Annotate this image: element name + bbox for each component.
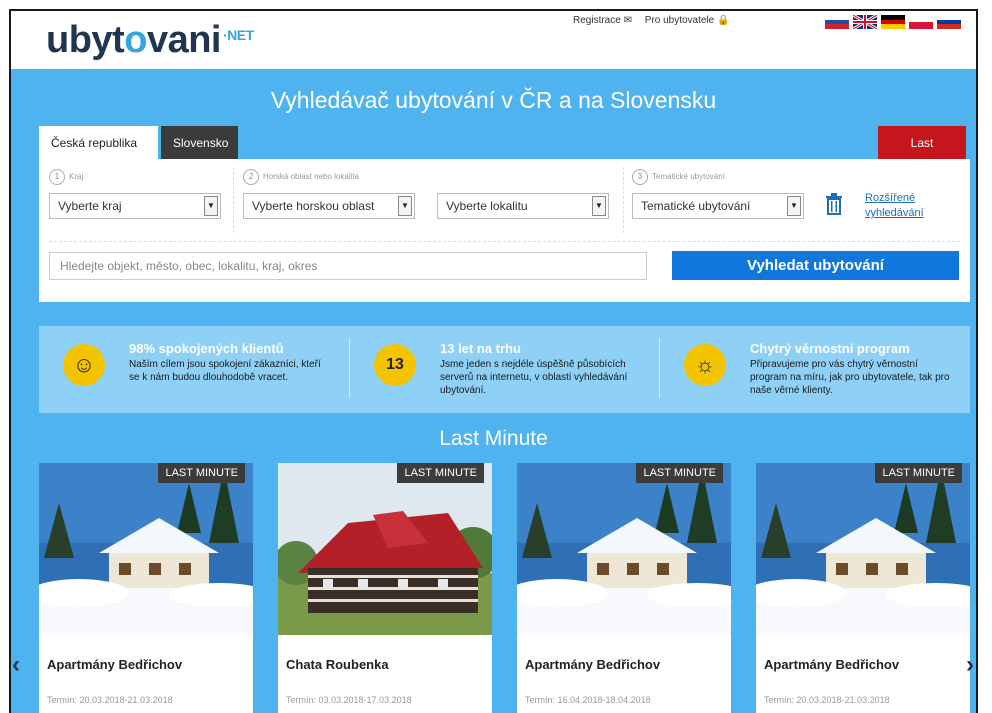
step-1-badge: 1 xyxy=(49,169,65,185)
chevron-left-icon[interactable]: ‹ xyxy=(12,651,20,679)
uk-flag[interactable] xyxy=(853,15,877,29)
chevron-right-icon[interactable]: › xyxy=(966,651,974,679)
horska-label: 2 Horská oblast nebo lokalita xyxy=(243,169,359,185)
kraj-label: 1 Kraj xyxy=(49,169,83,185)
feature-text: Naším cílem jsou spokojení zákazníci, kt… xyxy=(129,359,321,383)
feature-satisfied-clients: ☺ 98% spokojených klientů Naším cílem js… xyxy=(39,338,339,402)
divider xyxy=(623,167,624,233)
idea-person-icon: ☼ xyxy=(684,344,726,386)
snowy-chalet-image xyxy=(39,463,253,635)
language-flags xyxy=(825,15,961,30)
search-panel: 1 Kraj 2 Horská oblast nebo lokalita 3 Tema… xyxy=(39,159,970,302)
for-hosts-link[interactable]: Pro ubytovatele 🔒 xyxy=(645,15,730,26)
divider xyxy=(233,167,234,233)
last-minute-badge: LAST MINUTE xyxy=(875,463,962,483)
offer-name[interactable]: Apartmány Bedřichov xyxy=(47,657,182,672)
horska-oblast-select[interactable]: Vyberte horskou oblast ▼ xyxy=(243,193,415,219)
step-3-badge: 3 xyxy=(632,169,648,185)
chevron-down-icon: ▼ xyxy=(398,196,412,216)
uk-flag-graphic xyxy=(853,15,877,29)
search-button[interactable]: Vyhledat ubytování xyxy=(672,251,959,280)
chevron-down-icon: ▼ xyxy=(592,196,606,216)
site-logo[interactable]: ubytovani ·NET xyxy=(46,19,254,62)
offer-card[interactable]: LAST MINUTE Chata Roubenka Termín: 03.03… xyxy=(278,463,492,713)
offer-term: Termín: 20.03.2018-21.03.2018 xyxy=(764,695,890,705)
slovakia-flag[interactable] xyxy=(825,15,849,30)
tematicke-select[interactable]: Tematické ubytování ▼ xyxy=(632,193,804,219)
offer-term: Termín: 20.03.2018-21.03.2018 xyxy=(47,695,173,705)
snowy-chalet-image xyxy=(756,463,970,635)
feature-title: 98% spokojených klientů xyxy=(129,341,284,356)
offer-name[interactable]: Chata Roubenka xyxy=(286,657,389,672)
poland-flag[interactable] xyxy=(909,15,933,29)
tab-slovakia[interactable]: Slovensko xyxy=(161,126,238,160)
offer-card[interactable]: LAST MINUTE Apartmány Bedřichov Termín: … xyxy=(517,463,731,713)
top-links: Registrace ✉ Pro ubytovatele 🔒 xyxy=(573,15,739,26)
germany-flag[interactable] xyxy=(881,15,905,30)
features-strip: ☺ 98% spokojených klientů Naším cílem js… xyxy=(39,326,970,413)
last-minute-badge: LAST MINUTE xyxy=(636,463,723,483)
advanced-search-link[interactable]: Rozšířené vyhledávání xyxy=(865,191,924,221)
last-minute-badge: LAST MINUTE xyxy=(397,463,484,483)
search-input[interactable]: Hledejte objekt, město, obec, lokalitu, … xyxy=(49,252,647,280)
feature-title: Chytrý věrnostní program xyxy=(750,341,910,356)
tab-czech-republic[interactable]: Česká republika xyxy=(39,126,158,160)
last-minute-badge: LAST MINUTE xyxy=(158,463,245,483)
chevron-down-icon: ▼ xyxy=(787,196,801,216)
tematicke-label: 3 Tematické ubytování xyxy=(632,169,725,185)
hero-title: Vyhledávač ubytování v ČR a na Slovensku xyxy=(270,87,717,113)
registration-link[interactable]: Registrace ✉ xyxy=(573,15,632,26)
feature-title: 13 let na trhu xyxy=(440,341,521,356)
feature-years-on-market: 13 13 let na trhu Jsme jeden s nejdéle ú… xyxy=(350,338,650,402)
offer-card[interactable]: LAST MINUTE Apartmány Bedřichov Termín: … xyxy=(756,463,970,713)
feature-text: Připravujeme pro vás chytrý věrnostní pr… xyxy=(750,359,950,396)
page-frame: ubytovani ·NET Registrace ✉ Pro ubytovate… xyxy=(9,9,978,713)
russia-flag[interactable] xyxy=(937,15,961,30)
step-2-badge: 2 xyxy=(243,169,259,185)
offer-card[interactable]: LAST MINUTE Apartmány Bedřichov Termín: … xyxy=(39,463,253,713)
offer-term: Termín: 03.03.2018-17.03.2018 xyxy=(286,695,412,705)
years-badge-icon: 13 xyxy=(374,344,416,386)
offer-name[interactable]: Apartmány Bedřichov xyxy=(525,657,660,672)
offer-term: Termín: 16.04.2018-18.04.2018 xyxy=(525,695,651,705)
trash-icon[interactable] xyxy=(825,193,843,220)
smile-icon: ☺ xyxy=(63,344,105,386)
last-minute-heading: Last Minute xyxy=(439,427,548,450)
red-roof-chalet-image xyxy=(278,463,492,635)
lokalita-select[interactable]: Vyberte lokalitu ▼ xyxy=(437,193,609,219)
offer-name[interactable]: Apartmány Bedřichov xyxy=(764,657,899,672)
tab-last-minute[interactable]: Last Minute! xyxy=(878,126,966,184)
divider xyxy=(49,241,960,242)
site-header: ubytovani ·NET Registrace ✉ Pro ubytovate… xyxy=(11,11,976,69)
kraj-select[interactable]: Vyberte kraj ▼ xyxy=(49,193,221,219)
feature-text: Jsme jeden s nejdéle úspěšně působících … xyxy=(440,359,628,396)
feature-loyalty-program: ☼ Chytrý věrnostní program Připravujeme … xyxy=(660,338,960,402)
chevron-down-icon: ▼ xyxy=(204,196,218,216)
snowy-chalet-image xyxy=(517,463,731,635)
